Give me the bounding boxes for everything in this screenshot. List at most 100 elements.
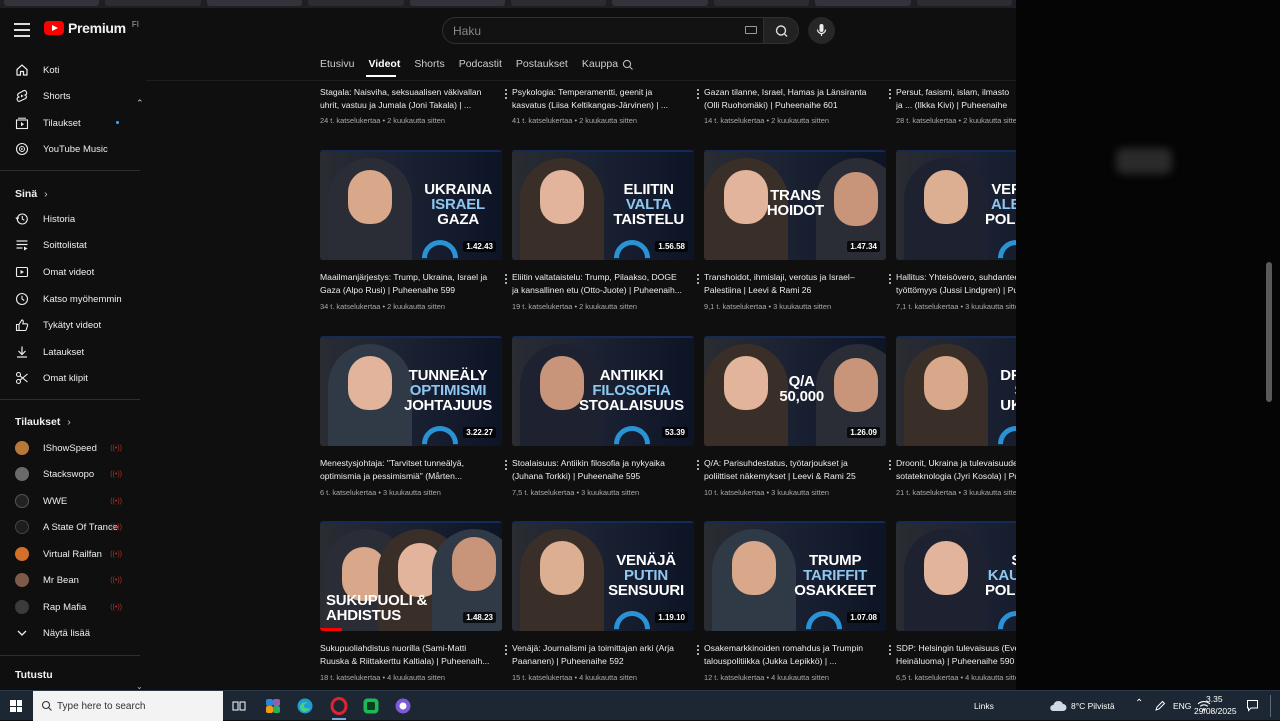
video-title[interactable]: Q/A: Parisuhdestatus, työtarjoukset ja p… bbox=[704, 457, 876, 483]
opera-icon[interactable] bbox=[328, 696, 350, 720]
task-view-icon[interactable] bbox=[228, 696, 250, 716]
show-more-button[interactable]: Näytä lisää bbox=[0, 621, 140, 645]
more-options-icon[interactable] bbox=[694, 459, 702, 471]
language-indicator[interactable]: ENG bbox=[1173, 701, 1191, 711]
menu-icon[interactable] bbox=[12, 20, 32, 40]
sidebar-channel[interactable]: Stackswopo ((•)) bbox=[0, 462, 140, 486]
video-title[interactable]: Persut, fasismi, islam, ilmasto ja ... (… bbox=[896, 86, 1016, 112]
edge-icon[interactable] bbox=[294, 696, 316, 716]
search-button[interactable] bbox=[763, 17, 799, 44]
tab-home[interactable]: Etusivu bbox=[320, 58, 354, 72]
links-toolbar[interactable]: Links bbox=[974, 701, 994, 711]
notification-icon[interactable] bbox=[1246, 699, 1259, 712]
more-options-icon[interactable] bbox=[886, 273, 894, 285]
keyboard-icon[interactable] bbox=[745, 26, 757, 34]
thumbnail-caption-line: TAISTELU bbox=[613, 211, 684, 228]
search-icon[interactable] bbox=[622, 59, 634, 71]
search-input[interactable] bbox=[443, 18, 733, 43]
video-thumbnail[interactable]: SUKUPUOLI & AHDISTUS 1.48.23 bbox=[320, 521, 502, 631]
copilot-icon[interactable] bbox=[262, 696, 284, 716]
video-thumbnail[interactable]: Q/A 50,000 1.26.09 bbox=[704, 336, 886, 446]
sidebar-heading-subscriptions[interactable]: Tilaukset › bbox=[15, 416, 71, 428]
app-icon-green[interactable] bbox=[360, 696, 382, 716]
more-options-icon[interactable] bbox=[694, 644, 702, 656]
windows-start-icon[interactable] bbox=[10, 700, 22, 712]
sidebar-item-subscriptions[interactable]: Tilaukset bbox=[0, 111, 140, 135]
video-title[interactable]: Stagala: Naisviha, seksuaalisen väkivall… bbox=[320, 86, 492, 112]
tab-videos[interactable]: Videot bbox=[368, 58, 400, 72]
pen-icon[interactable] bbox=[1154, 700, 1166, 712]
video-thumbnail[interactable]: UKRAINA ISRAEL GAZA 1.42.43 bbox=[320, 150, 502, 260]
sidebar-item-downloads[interactable]: Lataukset bbox=[0, 340, 140, 364]
sidebar-channel[interactable]: WWE ((•)) bbox=[0, 489, 140, 513]
browser-tab[interactable] bbox=[4, 0, 100, 6]
sidebar-item-your-videos[interactable]: Omat videot bbox=[0, 260, 140, 284]
sidebar-channel[interactable]: Virtual Railfan ((•)) bbox=[0, 542, 140, 566]
sidebar-item-home[interactable]: Koti bbox=[0, 58, 140, 82]
more-options-icon[interactable] bbox=[886, 644, 894, 656]
video-title[interactable]: Maailmanjärjestys: Trump, Ukraina, Israe… bbox=[320, 271, 492, 297]
weather-text[interactable]: 8°C Pilvistä bbox=[1071, 701, 1115, 711]
browser-tab[interactable] bbox=[206, 0, 303, 6]
sidebar-item-liked-videos[interactable]: Tykätyt videot bbox=[0, 313, 140, 337]
tab-posts[interactable]: Postaukset bbox=[516, 58, 568, 72]
sidebar-item-history[interactable]: Historia bbox=[0, 207, 140, 231]
show-desktop-button[interactable] bbox=[1270, 695, 1271, 717]
more-options-icon[interactable] bbox=[886, 459, 894, 471]
video-title[interactable]: Gazan tilanne, Israel, Hamas ja Länsiran… bbox=[704, 86, 876, 112]
tab-store[interactable]: Kauppa bbox=[582, 58, 618, 72]
clock-date[interactable]: 29/08/2025 bbox=[1194, 706, 1237, 716]
more-options-icon[interactable] bbox=[502, 459, 510, 471]
sidebar-channel[interactable]: Rap Mafia ((•)) bbox=[0, 595, 140, 619]
more-options-icon[interactable] bbox=[502, 273, 510, 285]
sidebar-item-shorts[interactable]: Shorts bbox=[0, 84, 140, 108]
chevron-up-icon[interactable]: ⌃ bbox=[1135, 698, 1143, 709]
sidebar-channel[interactable]: Mr Bean ((•)) bbox=[0, 568, 140, 592]
clock-time[interactable]: 3.35 bbox=[1206, 694, 1223, 704]
video-meta: 18 t. katselukertaa • 4 kuukautta sitten bbox=[320, 673, 446, 682]
video-thumbnail[interactable]: TRUMP TARIFFIT OSAKKEET 1.07.08 bbox=[704, 521, 886, 631]
video-thumbnail[interactable]: VENÄJÄ PUTIN SENSUURI 1.19.10 bbox=[512, 521, 694, 631]
sidebar-channel[interactable]: IShowSpeed ((•)) bbox=[0, 436, 140, 460]
video-thumbnail[interactable]: ANTIIKKI FILOSOFIA STOALAISUUS 53.39 bbox=[512, 336, 694, 446]
video-title[interactable]: Sukupuoliahdistus nuorilla (Sami-Matti R… bbox=[320, 642, 492, 668]
video-title[interactable]: Eliitin valtataistelu: Trump, Pilaakso, … bbox=[512, 271, 684, 297]
browser-tab[interactable] bbox=[511, 0, 607, 6]
cloud-icon[interactable] bbox=[1048, 699, 1068, 713]
video-thumbnail[interactable]: TRANS HOIDOT 1.47.34 bbox=[704, 150, 886, 260]
video-title[interactable]: Transhoidot, ihmislaji, verotus ja Israe… bbox=[704, 271, 876, 297]
tab-podcasts[interactable]: Podcastit bbox=[459, 58, 502, 72]
browser-tab[interactable] bbox=[612, 0, 708, 6]
video-title[interactable]: Venäjä: Journalismi ja toimittajan arki … bbox=[512, 642, 684, 668]
taskbar-search-box[interactable]: Type here to search bbox=[33, 691, 223, 721]
video-title[interactable]: Osakemarkkinoiden romahdus ja Trumpin ta… bbox=[704, 642, 876, 668]
browser-tab[interactable] bbox=[308, 0, 404, 6]
browser-tab[interactable] bbox=[105, 0, 201, 6]
more-options-icon[interactable] bbox=[694, 273, 702, 285]
sidebar-item-playlists[interactable]: Soittolistat bbox=[0, 233, 140, 257]
video-title[interactable]: Stoalaisuus: Antiikin filosofia ja nykya… bbox=[512, 457, 684, 483]
sidebar-item-watch-later[interactable]: Katso myöhemmin bbox=[0, 287, 140, 311]
more-options-icon[interactable] bbox=[694, 88, 702, 100]
browser-tab[interactable] bbox=[409, 0, 506, 6]
channel-name: Virtual Railfan bbox=[43, 548, 102, 560]
video-title[interactable]: Psykologia: Temperamentti, geenit ja kas… bbox=[512, 86, 684, 112]
browser-tab[interactable] bbox=[916, 0, 1013, 6]
sidebar-item-youtube-music[interactable]: YouTube Music bbox=[0, 137, 140, 161]
video-thumbnail[interactable]: TUNNEÄLY OPTIMISMI JOHTAJUUS 3.22.27 bbox=[320, 336, 502, 446]
more-options-icon[interactable] bbox=[502, 88, 510, 100]
sidebar-heading-you[interactable]: Sinä › bbox=[15, 188, 48, 200]
scrollbar-thumb[interactable] bbox=[1266, 262, 1272, 402]
browser-tab[interactable] bbox=[815, 0, 911, 6]
more-options-icon[interactable] bbox=[886, 88, 894, 100]
more-options-icon[interactable] bbox=[502, 644, 510, 656]
youtube-premium-logo[interactable]: Premium FI bbox=[44, 20, 139, 36]
sidebar-item-clips[interactable]: Omat klipit bbox=[0, 366, 140, 390]
voice-search-button[interactable] bbox=[808, 17, 835, 44]
sidebar-channel[interactable]: A State Of Trance ((•)) bbox=[0, 515, 140, 539]
video-thumbnail[interactable]: ELIITIN VALTA TAISTELU 1.56.58 bbox=[512, 150, 694, 260]
tab-shorts[interactable]: Shorts bbox=[414, 58, 444, 72]
browser-tab[interactable] bbox=[713, 0, 810, 6]
video-title[interactable]: Menestysjohtaja: "Tarvitset tunneälyä, o… bbox=[320, 457, 492, 483]
app-icon-purple[interactable] bbox=[392, 696, 414, 716]
